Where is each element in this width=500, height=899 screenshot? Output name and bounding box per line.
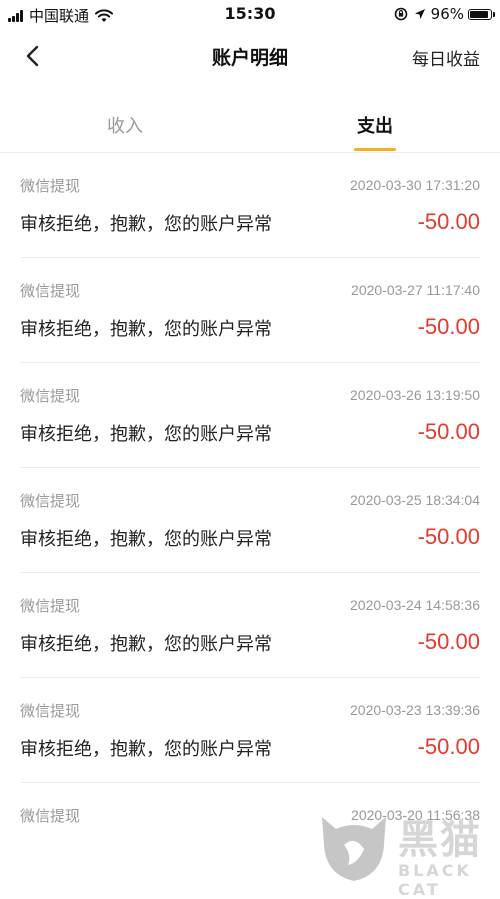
- transaction-amount: -50.00: [417, 734, 480, 759]
- transaction-desc: 审核拒绝，抱歉，您的账户异常: [20, 634, 272, 655]
- list-item[interactable]: 微信提现 2020-03-25 18:34:04 审核拒绝，抱歉，您的账户异常 …: [20, 468, 480, 573]
- battery-icon: [468, 8, 495, 20]
- transaction-amount: -50.00: [417, 314, 480, 339]
- transaction-type: 微信提现: [20, 597, 81, 615]
- list-item[interactable]: 微信提现 2020-03-26 13:19:50 审核拒绝，抱歉，您的账户异常 …: [20, 363, 480, 468]
- transaction-amount: -50.00: [417, 209, 480, 234]
- transaction-list: 微信提现 2020-03-30 17:31:20 审核拒绝，抱歉，您的账户异常 …: [0, 153, 500, 887]
- status-bar: 中国联通 15:30 96%: [0, 0, 500, 30]
- transaction-amount: -50.00: [417, 629, 480, 654]
- list-item[interactable]: 微信提现 2020-03-27 11:17:40 审核拒绝，抱歉，您的账户异常 …: [20, 258, 480, 363]
- transaction-time: 2020-03-25 18:34:04: [350, 492, 480, 508]
- transaction-type: 微信提现: [20, 807, 81, 825]
- battery-percent: 96%: [430, 5, 464, 23]
- transaction-type: 微信提现: [20, 177, 81, 195]
- battery-fill: [470, 10, 488, 18]
- orientation-lock-icon: [394, 7, 407, 21]
- watermark-subtitle: BLACK CAT: [398, 861, 472, 899]
- transaction-amount: -50.00: [417, 524, 480, 549]
- transaction-time: 2020-03-27 11:17:40: [351, 282, 480, 298]
- transaction-desc: 审核拒绝，抱歉，您的账户异常: [20, 424, 272, 445]
- transaction-type: 微信提现: [20, 492, 81, 510]
- transaction-desc: 审核拒绝，抱歉，您的账户异常: [20, 739, 272, 760]
- transaction-desc: 审核拒绝，抱歉，您的账户异常: [20, 529, 272, 550]
- black-cat-watermark: 黑猫 BLACK CAT: [314, 805, 494, 899]
- transaction-time: 2020-03-26 13:19:50: [350, 387, 480, 403]
- transaction-amount: -50.00: [417, 419, 480, 444]
- transaction-time: 2020-03-23 13:39:36: [350, 702, 480, 718]
- transaction-type: 微信提现: [20, 702, 81, 720]
- nav-bar: 账户明细 每日收益: [0, 30, 500, 82]
- transaction-desc: 审核拒绝，抱歉，您的账户异常: [20, 214, 272, 235]
- tab-expense[interactable]: 支出: [250, 112, 500, 138]
- transaction-time: 2020-03-24 14:58:36: [350, 597, 480, 613]
- active-tab-indicator: [354, 148, 396, 151]
- location-arrow-icon: [414, 9, 425, 19]
- list-item[interactable]: 微信提现 2020-03-30 17:31:20 审核拒绝，抱歉，您的账户异常 …: [20, 153, 480, 258]
- transaction-time: 2020-03-30 17:31:20: [350, 177, 480, 193]
- watermark-title: 黑猫: [398, 817, 482, 863]
- transaction-type: 微信提现: [20, 282, 81, 300]
- status-right: 96%: [394, 5, 495, 23]
- transaction-desc: 审核拒绝，抱歉，您的账户异常: [20, 319, 272, 340]
- transaction-type: 微信提现: [20, 387, 81, 405]
- tab-bar: 收入 支出: [0, 96, 500, 153]
- list-item[interactable]: 微信提现 2020-03-23 13:39:36 审核拒绝，抱歉，您的账户异常 …: [20, 678, 480, 783]
- list-item[interactable]: 微信提现 2020-03-24 14:58:36 审核拒绝，抱歉，您的账户异常 …: [20, 573, 480, 678]
- tab-income[interactable]: 收入: [0, 112, 250, 138]
- cat-logo-icon: [322, 817, 386, 881]
- daily-earnings-link[interactable]: 每日收益: [412, 45, 480, 70]
